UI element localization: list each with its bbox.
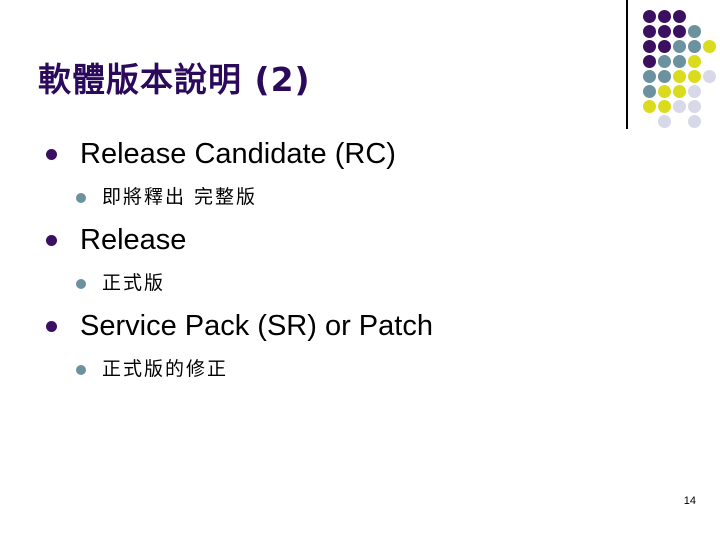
- decorative-dot: [703, 40, 716, 53]
- decorative-dot: [673, 85, 686, 98]
- bullet-item-level2: 正式版的修正: [0, 350, 620, 388]
- bullet-item-level1: Release Candidate (RC): [0, 130, 620, 178]
- bullet-item-level1-label: Release: [80, 224, 187, 256]
- page-number: 14: [683, 495, 696, 507]
- bullet-item-level2-label: 正式版的修正: [102, 358, 229, 380]
- decorative-dot: [658, 40, 671, 53]
- decorative-dot: [688, 70, 701, 83]
- sub-bullet-dot-icon: [76, 279, 86, 289]
- decorative-dot: [688, 85, 701, 98]
- bullet-item-level1-label: Release Candidate (RC): [80, 138, 396, 170]
- sub-bullet-dot-icon: [76, 193, 86, 203]
- decorative-dot: [658, 10, 671, 23]
- bullet-dot-icon: [46, 149, 57, 160]
- decorative-dot: [688, 55, 701, 68]
- decorative-dot: [688, 25, 701, 38]
- decorative-dot: [643, 25, 656, 38]
- bullet-item-level1: Service Pack (SR) or Patch: [0, 302, 620, 350]
- decorative-dot: [658, 55, 671, 68]
- decorative-dot: [688, 40, 701, 53]
- decorative-dot: [658, 85, 671, 98]
- decorative-dot: [643, 55, 656, 68]
- header-vertical-divider: [626, 0, 628, 129]
- decorative-dot: [703, 70, 716, 83]
- decorative-dot: [658, 70, 671, 83]
- decorative-dot: [658, 25, 671, 38]
- decorative-dot: [673, 100, 686, 113]
- decorative-dot: [643, 10, 656, 23]
- decorative-dot: [673, 40, 686, 53]
- bullet-dot-icon: [46, 235, 57, 246]
- bullet-item-level2-label: 正式版: [102, 272, 166, 294]
- page-title: 軟體版本說明 (2): [38, 60, 311, 99]
- decorative-dot: [673, 25, 686, 38]
- bullet-item-level1-label: Service Pack (SR) or Patch: [80, 310, 433, 342]
- decorative-dot: [673, 55, 686, 68]
- bullet-item-level2: 即將釋出 完整版: [0, 178, 620, 216]
- decorative-dot: [673, 70, 686, 83]
- decorative-dot: [688, 115, 701, 128]
- decorative-dot: [643, 40, 656, 53]
- decorative-dot: [658, 100, 671, 113]
- bullet-item-level2-label: 即將釋出 完整版: [102, 186, 258, 208]
- slide-canvas: 軟體版本說明 (2) Release Candidate (RC) 即將釋出 完整…: [0, 0, 720, 540]
- decorative-dot: [643, 100, 656, 113]
- bullet-item-level2: 正式版: [0, 264, 620, 302]
- decorative-dot: [673, 10, 686, 23]
- decorative-dot: [658, 115, 671, 128]
- decorative-dot: [643, 85, 656, 98]
- bullet-dot-icon: [46, 321, 57, 332]
- sub-bullet-dot-icon: [76, 365, 86, 375]
- decorative-dot-grid: [643, 10, 719, 128]
- decorative-dot: [688, 100, 701, 113]
- decorative-dot: [643, 70, 656, 83]
- bullet-item-level1: Release: [0, 216, 620, 264]
- content-bullet-list: Release Candidate (RC) 即將釋出 完整版 Release 正式版…: [0, 130, 620, 388]
